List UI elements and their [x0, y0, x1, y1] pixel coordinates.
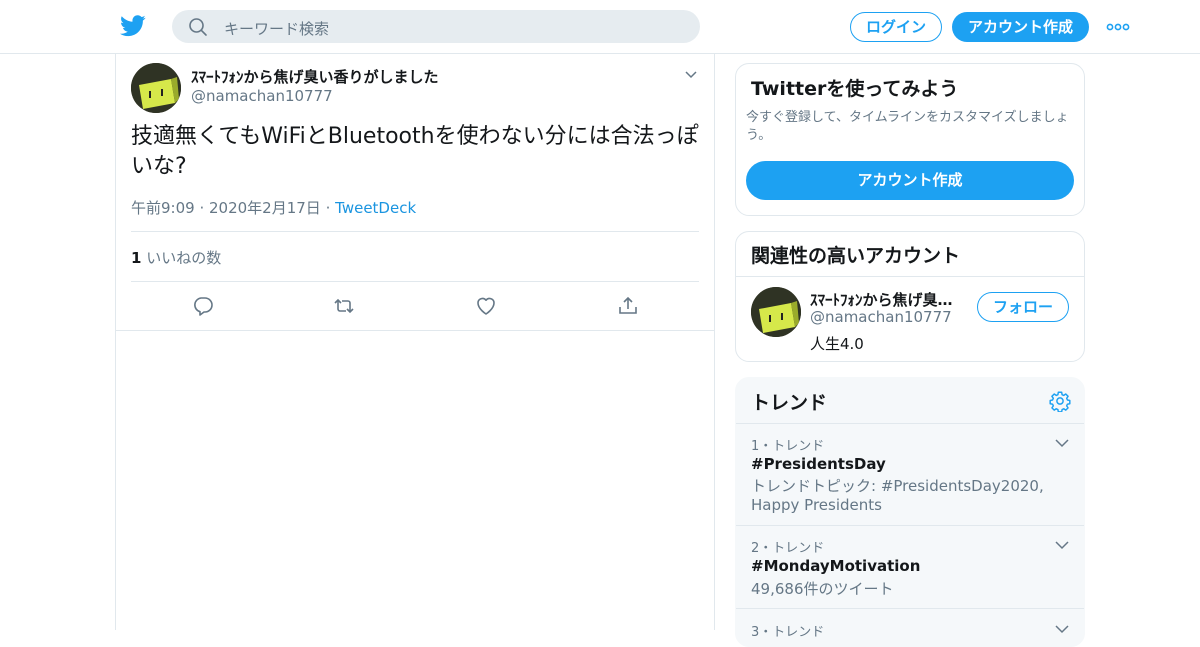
signup-card-description: 今すぐ登録して、タイムラインをカスタマイズしましょう。 [746, 110, 1069, 143]
trend-description: トレンドトピック: #PresidentsDay2020, Happy Pres… [751, 477, 1044, 514]
search-bar[interactable]: キーワード検索 [172, 10, 700, 43]
chevron-down-icon[interactable] [1054, 538, 1070, 552]
divider [131, 231, 699, 232]
top-navigation-bar: キーワード検索 ログイン アカウント作成 [0, 0, 1200, 54]
chevron-down-icon[interactable] [684, 68, 698, 82]
follow-button[interactable]: フォロー [977, 292, 1069, 322]
tweet-timestamp: 午前9:09 · 2020年2月17日 · TweetDeck [131, 197, 416, 218]
trend-description: 49,686件のツイート [751, 580, 894, 598]
trends-card: トレンド 1・トレンド #PresidentsDay トレンドトピック: #Pr… [735, 377, 1085, 647]
like-icon[interactable] [475, 295, 497, 317]
trend-item[interactable]: 3・トレンド [736, 608, 1084, 646]
search-input[interactable]: キーワード検索 [224, 18, 329, 39]
avatar-image [131, 63, 181, 113]
share-icon[interactable] [617, 295, 639, 317]
retweet-icon[interactable] [333, 295, 355, 317]
tweet-time-date[interactable]: 午前9:09 · 2020年2月17日 [131, 199, 321, 217]
create-account-button[interactable]: アカウント作成 [746, 161, 1074, 200]
meta-separator: · [325, 199, 331, 217]
reply-icon[interactable] [192, 295, 214, 317]
related-account-bio: 人生4.0 [810, 335, 864, 353]
author-name[interactable]: ｽﾏｰﾄﾌｫﾝから焦げ臭い香りがしました [191, 66, 439, 87]
chevron-down-icon[interactable] [1054, 436, 1070, 450]
more-dots-icon[interactable] [1106, 18, 1130, 36]
like-count[interactable]: 1 いいねの数 [131, 247, 221, 268]
signup-card-title: Twitterを使ってみよう [751, 78, 959, 100]
related-accounts-title: 関連性の高いアカウント [751, 245, 961, 267]
search-icon [189, 18, 207, 36]
trends-title: トレンド [751, 392, 828, 414]
trend-rank: 1・トレンド [751, 439, 825, 454]
gear-icon[interactable] [1049, 390, 1071, 412]
tweet-source-link[interactable]: TweetDeck [335, 199, 416, 217]
divider [116, 330, 714, 331]
signup-card: Twitterを使ってみよう 今すぐ登録して、タイムラインをカスタマイズしましょ… [735, 63, 1085, 216]
avatar-image [751, 287, 801, 337]
twitter-bird-icon[interactable] [120, 14, 146, 38]
like-count-number: 1 [131, 249, 142, 267]
related-account-handle[interactable]: @namachan10777 [810, 308, 952, 326]
trend-item[interactable]: 2・トレンド #MondayMotivation 49,686件のツイート [736, 525, 1084, 608]
trend-name[interactable]: #MondayMotivation [751, 557, 920, 575]
divider [736, 276, 1084, 277]
signup-button[interactable]: アカウント作成 [952, 12, 1089, 42]
avatar[interactable] [751, 287, 801, 337]
trend-name[interactable]: #PresidentsDay [751, 455, 886, 473]
avatar[interactable] [131, 63, 181, 113]
divider [131, 281, 699, 282]
login-button[interactable]: ログイン [850, 12, 942, 42]
trend-item[interactable]: 1・トレンド #PresidentsDay トレンドトピック: #Preside… [736, 423, 1084, 525]
tweet-text: 技適無くてもWiFiとBluetoothを使わない分には合法っぽいな? [131, 124, 699, 179]
tweet-column: ｽﾏｰﾄﾌｫﾝから焦げ臭い香りがしました @namachan10777 技適無く… [115, 54, 715, 630]
related-accounts-card: 関連性の高いアカウント ｽﾏｰﾄﾌｫﾝから焦げ臭い香りがしました @namach… [735, 231, 1085, 362]
related-account-name[interactable]: ｽﾏｰﾄﾌｫﾝから焦げ臭い香りがしました [810, 289, 960, 310]
chevron-down-icon[interactable] [1054, 622, 1070, 636]
like-count-label: いいねの数 [146, 249, 222, 267]
trend-rank: 2・トレンド [751, 541, 825, 556]
trend-rank: 3・トレンド [751, 625, 825, 640]
author-handle[interactable]: @namachan10777 [191, 87, 333, 105]
